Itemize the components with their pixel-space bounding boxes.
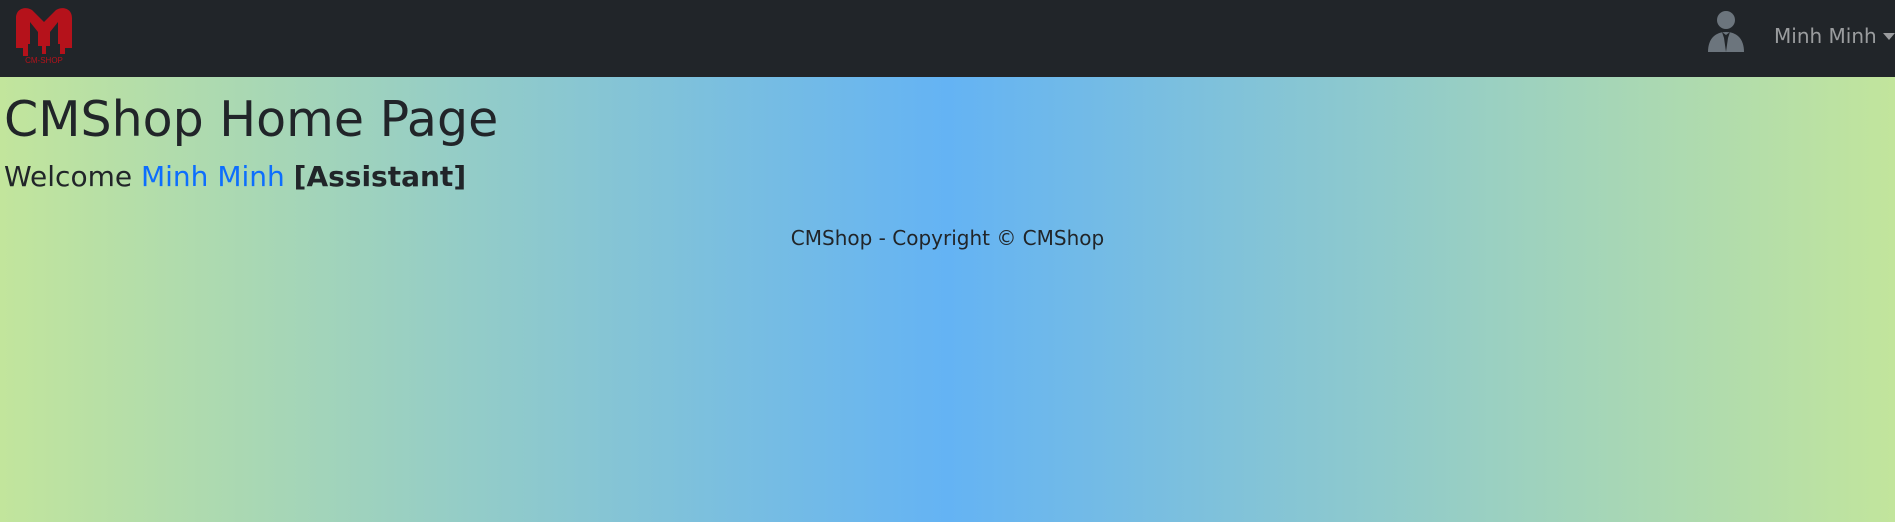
user-dropdown-toggle[interactable]: Minh Minh [1774, 22, 1895, 50]
user-profile-link[interactable]: Minh Minh [141, 160, 285, 193]
logo-m-icon: CM-SHOP [16, 8, 72, 65]
footer-copyright: CMShop - Copyright © CMShop [790, 226, 1105, 250]
page-title: CMShop Home Page [4, 91, 499, 148]
welcome-label: Welcome [4, 160, 133, 193]
user-dropdown-label: Minh Minh [1774, 24, 1877, 48]
top-navbar: CM-SHOP Minh Minh [0, 0, 1895, 77]
chevron-down-icon [1882, 32, 1895, 40]
svg-text:CM-SHOP: CM-SHOP [25, 56, 63, 65]
main-content: CMShop Home Page Welcome Minh Minh [Assi… [0, 77, 1895, 195]
welcome-message: Welcome Minh Minh [Assistant] [4, 159, 1891, 195]
user-avatar-icon[interactable] [1704, 8, 1748, 52]
user-role: [Assistant] [293, 160, 467, 193]
cmshop-logo[interactable]: CM-SHOP [12, 2, 76, 66]
